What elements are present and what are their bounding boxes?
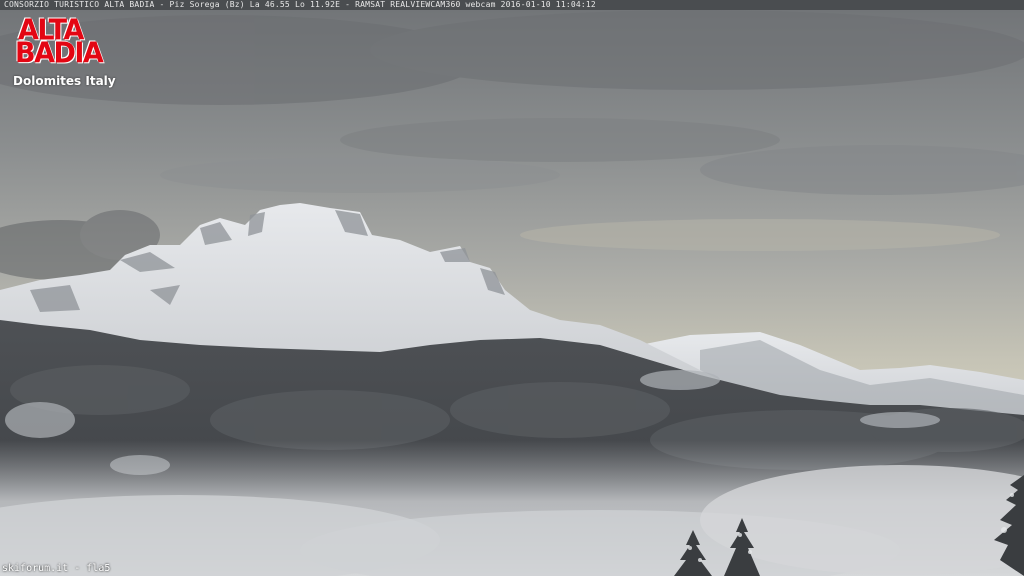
webcam-info-bar: CONSORZIO TURISTICO ALTA BADIA - Piz Sor… xyxy=(0,0,1024,10)
logo-line-2: BADIA xyxy=(15,37,104,70)
watermark: skiforum.it - fla5 xyxy=(2,563,111,574)
logo-subtitle: Dolomites Italy xyxy=(13,74,116,88)
alta-badia-logo: ALTA BADIA Dolomites Italy xyxy=(12,16,116,92)
webcam-image xyxy=(0,10,1024,576)
